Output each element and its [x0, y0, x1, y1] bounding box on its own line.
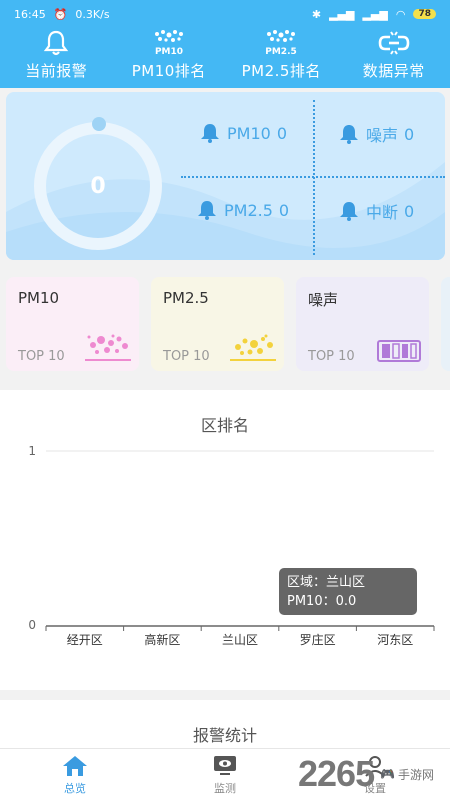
watermark: 2265 🎮 手游网 — [298, 750, 448, 798]
signal-icon: ▂▄▆ — [329, 7, 355, 21]
tab-overview[interactable]: 总览 — [0, 749, 150, 800]
watermark-label: 手游网 — [398, 767, 435, 782]
nav-label: PM10排名 — [131, 62, 206, 80]
watermark-number: 2265 — [298, 753, 375, 794]
home-icon — [63, 755, 87, 776]
bell-icon — [201, 124, 219, 143]
metric-label: PM2.5 — [224, 200, 273, 220]
status-bar: 16:45 ⏰ 0.3K/s ✱ ▂▄▆ ▂▄▆ ◠ 78 — [0, 0, 450, 28]
chart-tooltip: 区域：兰山区 PM10：0.0 — [279, 568, 417, 615]
card-noise-top10[interactable]: 噪声 TOP 10 — [296, 277, 429, 371]
yellow-particles-icon — [230, 334, 276, 361]
metric-value: 0 — [276, 123, 287, 143]
bell-icon — [36, 28, 76, 58]
status-time: 16:45 — [14, 7, 46, 21]
card-pm25-top10[interactable]: PM2.5 TOP 10 — [151, 277, 284, 371]
noise-meter-icon — [377, 340, 421, 362]
broken-link-icon — [374, 28, 414, 58]
alarm-stats-panel: 报警统计 — [0, 700, 450, 748]
alarm-stats-title: 报警统计 — [192, 726, 257, 745]
x-tick-label: 兰山区 — [222, 633, 258, 647]
card-subtitle: TOP 10 — [18, 349, 65, 364]
metric-value: 0 — [404, 201, 415, 221]
top-nav: 当前报警 PM10 PM10排名 PM2.5 PM2.5排名 数据异常 — [0, 28, 450, 88]
bell-icon — [340, 202, 358, 221]
nav-label: PM2.5排名 — [241, 62, 321, 80]
card-title: PM10 — [18, 289, 60, 307]
x-tick-label: 罗庄区 — [300, 632, 336, 647]
metric-label: 中断 — [366, 203, 399, 222]
ranking-panel: 区排名 1 0 经开区 高新区 兰山区 罗庄区 河东区 — [0, 390, 450, 690]
y-tick-1: 1 — [28, 444, 36, 458]
signal-icon-2: ▂▄▆ — [362, 7, 388, 21]
tooltip-region: 区域：兰山区 — [287, 575, 366, 590]
summary-card: 0 PM10 0 噪声 0 PM2.5 0 中断 0 — [6, 92, 445, 260]
ranking-chart: 1 0 经开区 高新区 兰山区 罗庄区 河东区 — [28, 444, 435, 647]
card-subtitle: TOP 10 — [163, 349, 210, 364]
x-tick-label: 经开区 — [67, 633, 103, 647]
metric-label: 噪声 — [366, 126, 399, 145]
nav-label: 数据异常 — [362, 62, 425, 80]
pm10-particles-icon: PM10 — [149, 28, 189, 58]
metric-noise[interactable]: 噪声 0 — [338, 122, 414, 146]
nav-pm10-ranking[interactable]: PM10 PM10排名 — [113, 28, 226, 88]
x-tick-label: 高新区 — [144, 632, 180, 647]
gamepad-icon: 🎮 — [380, 767, 396, 781]
tab-label: 总览 — [64, 781, 86, 795]
card-pm10-top10[interactable]: PM10 TOP 10 — [6, 277, 139, 371]
divider-horizontal — [181, 176, 445, 178]
metric-interrupt[interactable]: 中断 0 — [338, 199, 414, 223]
x-tick-label: 河东区 — [377, 633, 413, 647]
nav-pm25-ranking[interactable]: PM2.5 PM2.5排名 — [225, 28, 338, 88]
bell-icon — [340, 125, 358, 144]
card-title: 噪声 — [308, 291, 339, 309]
nav-data-anomaly[interactable]: 数据异常 — [338, 28, 450, 88]
total-value: 0 — [90, 173, 106, 199]
pm25-particles-icon: PM2.5 — [261, 28, 301, 58]
card-subtitle: TOP 10 — [308, 349, 355, 364]
alarm-clock-icon: ⏰ — [53, 7, 68, 21]
metric-value: 0 — [404, 124, 415, 144]
tab-monitor[interactable]: 监测 — [150, 749, 300, 800]
metric-pm25[interactable]: PM2.5 0 — [196, 199, 289, 221]
metric-label: PM10 — [227, 123, 271, 143]
category-cards: PM10 TOP 10 PM2.5 TOP 10 噪声 TOP 10 — [6, 277, 450, 371]
metric-pm10[interactable]: PM10 0 — [199, 122, 287, 144]
network-speed: 0.3K/s — [75, 7, 110, 21]
tooltip-value: PM10：0.0 — [287, 594, 357, 609]
top-bar: 16:45 ⏰ 0.3K/s ✱ ▂▄▆ ▂▄▆ ◠ 78 当前报警 PM10 … — [0, 0, 450, 88]
svg-text:PM2.5: PM2.5 — [266, 47, 298, 57]
bell-icon — [198, 201, 216, 220]
y-tick-0: 0 — [28, 618, 36, 632]
monitor-icon — [214, 755, 236, 775]
svg-text:PM10: PM10 — [155, 47, 183, 57]
tab-label: 监测 — [214, 781, 236, 795]
card-title: PM2.5 — [163, 289, 209, 307]
pink-particles-icon — [85, 334, 131, 361]
metric-value: 0 — [278, 200, 290, 220]
nav-label: 当前报警 — [25, 62, 88, 80]
bluetooth-icon: ✱ — [311, 7, 322, 21]
nav-current-alarm[interactable]: 当前报警 — [0, 28, 113, 88]
watermark-text: 🎮 手游网 — [380, 766, 434, 783]
card-partial[interactable] — [441, 277, 450, 371]
battery-indicator: 78 — [413, 9, 436, 19]
wifi-icon: ◠ — [395, 7, 406, 21]
